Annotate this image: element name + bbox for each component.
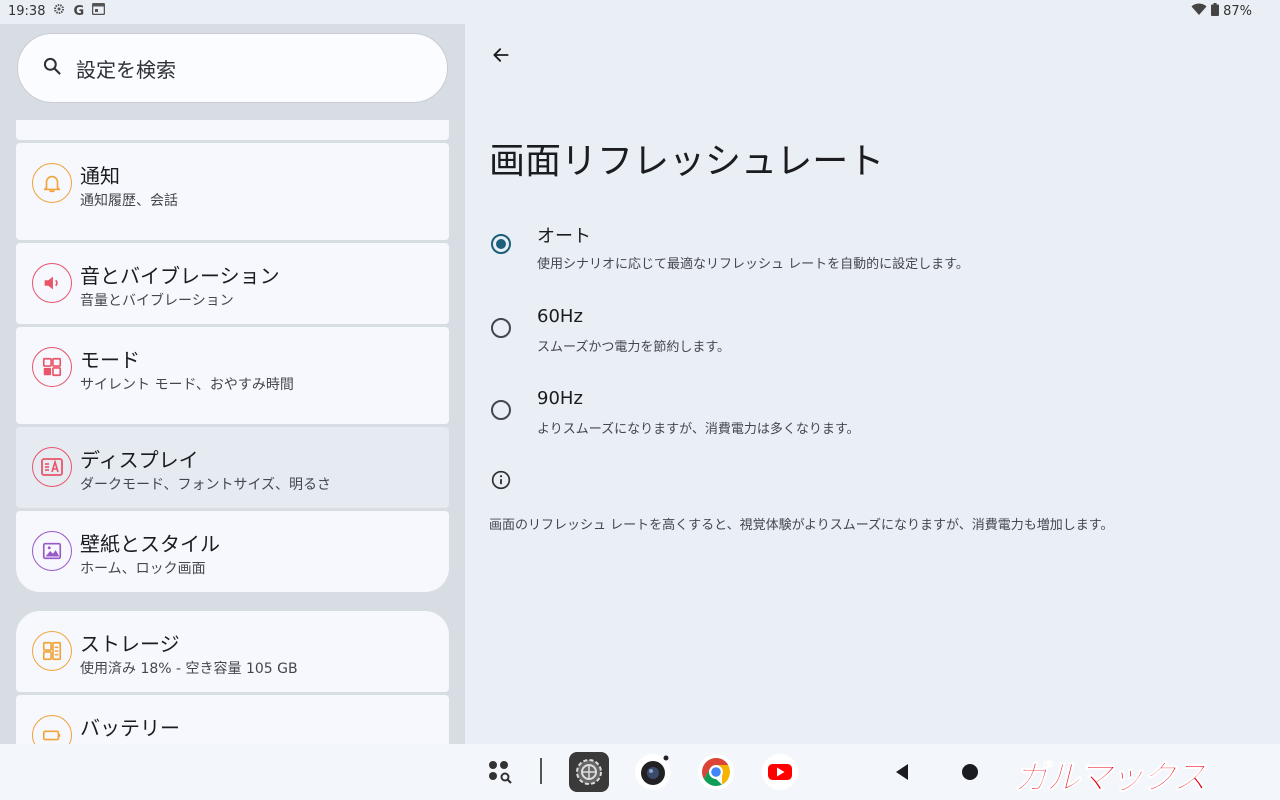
google-icon: G xyxy=(73,3,85,19)
list-item-title: モード xyxy=(80,348,140,372)
option-title: オート xyxy=(537,226,591,247)
list-item-wallpaper[interactable]: 壁紙とスタイル ホーム、ロック画面 xyxy=(16,511,449,592)
list-item-subtitle: 通知履歴、会話 xyxy=(80,193,178,209)
battery-percent: 87% xyxy=(1223,4,1252,19)
option-90hz[interactable]: 90Hz よりスムーズになりますが、消費電力は多くなります。 xyxy=(465,376,1280,448)
display-icon xyxy=(32,447,72,487)
watermark-logo: ガルマックス xyxy=(1014,758,1208,799)
list-item-subtitle: サイレント モード、おやすみ時間 xyxy=(80,377,294,393)
status-left: 19:38 G xyxy=(8,2,106,19)
battery-icon xyxy=(1211,3,1220,20)
status-bar: 19:38 G 87% xyxy=(0,0,1280,24)
settings-app-icon[interactable] xyxy=(569,752,609,792)
list-item-display[interactable]: ディスプレイ ダークモード、フォントサイズ、明るさ xyxy=(16,427,449,508)
info-icon xyxy=(491,470,511,494)
taskbar: ガルマックス xyxy=(0,744,1280,800)
radio-90hz[interactable] xyxy=(491,400,511,420)
search-input[interactable]: 設定を検索 xyxy=(17,33,448,103)
radio-60hz[interactable] xyxy=(491,318,511,338)
option-description: 使用シナリオに応じて最適なリフレッシュ レートを自動的に設定します。 xyxy=(537,257,969,272)
status-right: 87% xyxy=(1191,3,1252,20)
settings-list-pane[interactable]: 設定を検索 通知 通知履歴、会話 音とバイブレーション 音量とバイブレーション … xyxy=(0,24,465,744)
list-item-title: 音とバイブレーション xyxy=(80,264,280,288)
option-60hz[interactable]: 60Hz スムーズかつ電力を節約します。 xyxy=(465,294,1280,366)
list-item-subtitle: ダークモード、フォントサイズ、明るさ xyxy=(80,477,332,493)
search-area: 設定を検索 xyxy=(0,24,465,120)
refresh-rate-detail-pane: 画面リフレッシュレート オート 使用シナリオに応じて最適なリフレッシュ レートを… xyxy=(465,24,1280,744)
option-description: スムーズかつ電力を節約します。 xyxy=(537,340,731,355)
list-item-title: バッテリー xyxy=(80,716,180,740)
list-item-title: ディスプレイ xyxy=(80,448,199,472)
home-icon[interactable] xyxy=(956,758,984,786)
bell-icon xyxy=(32,163,72,203)
wifi-icon xyxy=(1191,3,1207,20)
speaker-icon xyxy=(32,263,72,303)
modes-icon xyxy=(32,347,72,387)
list-item-battery[interactable]: バッテリー xyxy=(16,695,449,744)
page-title: 画面リフレッシュレート xyxy=(489,141,885,182)
list-item-sound[interactable]: 音とバイブレーション 音量とバイブレーション xyxy=(16,243,449,324)
calendar-icon xyxy=(91,2,106,19)
storage-icon xyxy=(32,631,72,671)
youtube-app-icon[interactable] xyxy=(760,752,800,792)
gear-icon xyxy=(53,3,65,19)
back-button[interactable] xyxy=(485,41,517,73)
list-item-title: 壁紙とスタイル xyxy=(80,532,220,556)
option-description: よりスムーズになりますが、消費電力は多くなります。 xyxy=(537,422,860,437)
list-item-modes[interactable]: モード サイレント モード、おやすみ時間 xyxy=(16,327,449,424)
option-auto[interactable]: オート 使用シナリオに応じて最適なリフレッシュ レートを自動的に設定します。 xyxy=(465,210,1280,282)
list-item-storage[interactable]: ストレージ 使用済み 18% - 空き容量 105 GB xyxy=(16,611,449,692)
footer-note: 画面のリフレッシュ レートを高くすると、視覚体験がよりスムーズになりますが、消費… xyxy=(489,518,1114,533)
radio-auto[interactable] xyxy=(491,234,511,254)
app-drawer-icon[interactable] xyxy=(484,756,516,788)
taskbar-divider xyxy=(540,758,542,784)
image-icon xyxy=(32,531,72,571)
status-time: 19:38 xyxy=(8,3,46,19)
list-item-notifications[interactable]: 通知 通知履歴、会話 xyxy=(16,143,449,240)
battery-icon xyxy=(32,715,72,744)
search-placeholder: 設定を検索 xyxy=(76,57,176,82)
chrome-app-icon[interactable] xyxy=(696,752,736,792)
list-item-title: 通知 xyxy=(80,164,120,188)
camera-app-icon[interactable] xyxy=(633,752,673,792)
arrow-left-icon xyxy=(491,45,511,69)
back-icon[interactable] xyxy=(888,758,916,786)
option-title: 60Hz xyxy=(537,306,583,327)
list-item-title: ストレージ xyxy=(80,632,180,656)
list-item-subtitle: ホーム、ロック画面 xyxy=(80,561,206,577)
option-title: 90Hz xyxy=(537,388,583,409)
list-item-subtitle: 音量とバイブレーション xyxy=(80,293,234,309)
search-icon xyxy=(42,56,62,80)
list-item-subtitle: 使用済み 18% - 空き容量 105 GB xyxy=(80,661,298,677)
